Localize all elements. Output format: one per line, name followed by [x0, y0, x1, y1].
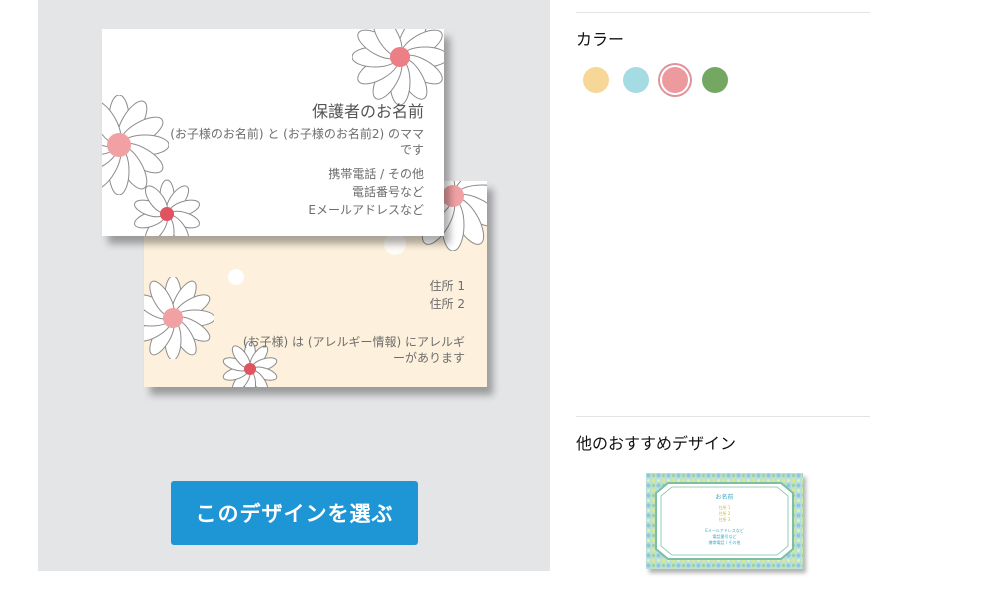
daisy-flower-icon [134, 179, 200, 236]
color-swatch-yellow[interactable] [583, 67, 609, 93]
contact-line: Eメールアドレスなど [308, 203, 424, 217]
choose-design-button[interactable]: このデザインを選ぶ [171, 481, 418, 545]
color-section-title: カラー [576, 30, 625, 49]
decorative-dot [384, 233, 406, 255]
contact-info: 携帯電話 / その他 電話番号など Eメールアドレスなど [308, 165, 424, 219]
color-swatch-green[interactable] [702, 67, 728, 93]
thumb-line: 電話番号など [713, 533, 737, 539]
divider [576, 416, 870, 417]
card-allergy-note: (お子様) は (アレルギー情報) にアレルギーがあります [242, 335, 465, 365]
card-address: 住所 1 住所 2 [430, 277, 465, 313]
color-swatch-pink[interactable] [662, 67, 688, 93]
thumbnail-image: お名前 住所 1 住所 2 住所 3 Eメールアドレスなど 電話番号など 携帯電… [646, 473, 803, 569]
address-line-1: 住所 1 [429, 279, 465, 293]
children-names: (お子様のお名前) と (お子様のお名前2) のママです [170, 127, 424, 157]
divider [576, 12, 870, 13]
parent-name: 保護者のお名前 [311, 102, 424, 121]
recommended-design-thumbnail[interactable]: お名前 住所 1 住所 2 住所 3 Eメールアドレスなど 電話番号など 携帯電… [646, 473, 803, 569]
decorative-dot [228, 269, 244, 285]
daisy-flower-icon [144, 277, 214, 359]
thumb-line: 住所 1 [719, 504, 731, 510]
recommend-section-title: 他のおすすめデザイン [576, 434, 737, 453]
address-line-2: 住所 2 [429, 297, 465, 311]
card-front-preview: 保護者のお名前 (お子様のお名前) と (お子様のお名前2) のママです 携帯電… [102, 29, 444, 236]
contact-line: 電話番号など [351, 185, 424, 199]
thumb-line: 住所 3 [719, 516, 731, 522]
thumb-name: お名前 [715, 493, 733, 501]
color-swatch-blue[interactable] [623, 67, 649, 93]
thumb-line: Eメールアドレスなど [705, 527, 744, 533]
daisy-flower-icon [352, 29, 444, 105]
thumb-line: 住所 2 [719, 510, 731, 516]
contact-line: 携帯電話 / その他 [328, 167, 424, 181]
thumb-line: 携帯電話 / その他 [709, 539, 741, 545]
